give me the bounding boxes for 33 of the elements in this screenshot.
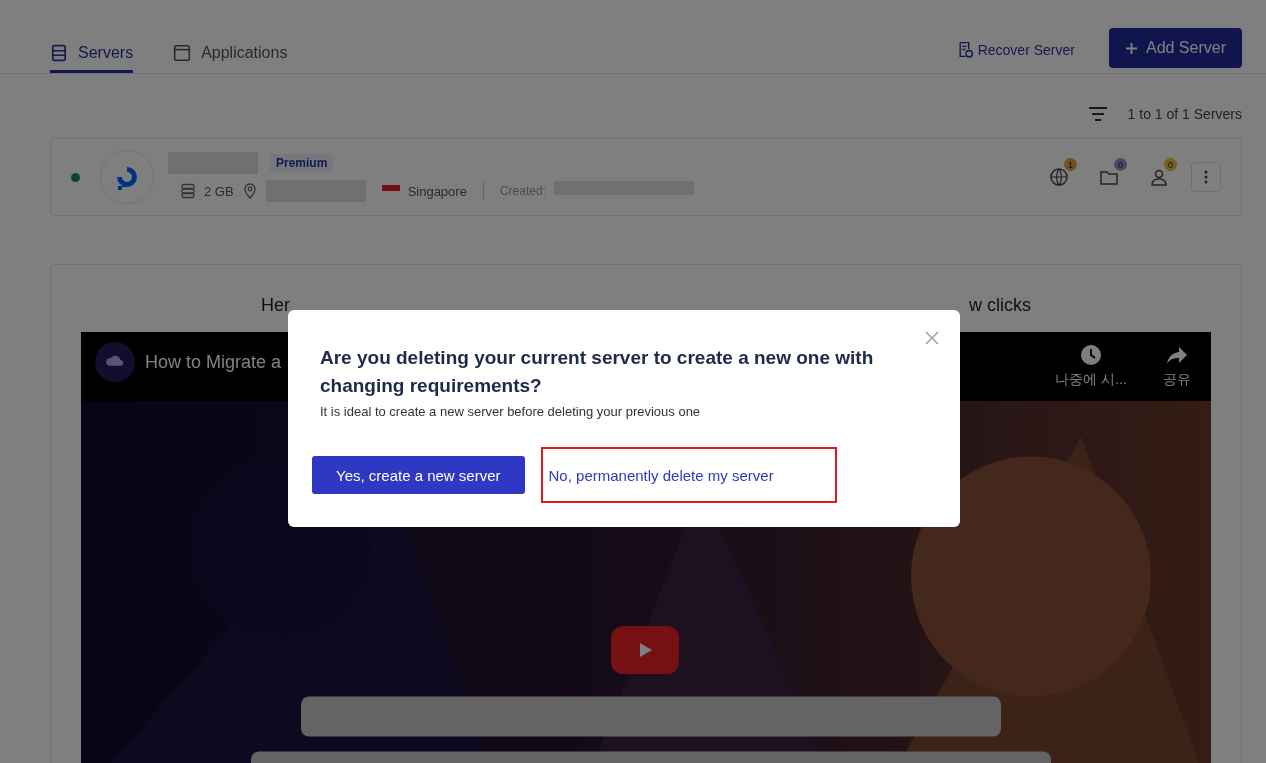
- recover-server-button[interactable]: Recover Server: [950, 40, 1081, 59]
- dialog-subtitle: It is ideal to create a new server before deleting your previous one: [320, 404, 702, 419]
- create-server-button[interactable]: Yes, create a new server: [312, 456, 525, 494]
- location-pin-icon: [241, 183, 258, 199]
- plus-icon: [1124, 41, 1138, 55]
- dialog-title: Are you deleting your current server to create a new one with changing requirements?: [320, 346, 875, 398]
- count-badge: 0: [1114, 158, 1127, 171]
- memory-size: 2 GB: [204, 183, 234, 199]
- delete-server-link[interactable]: No, permanently delete my server: [548, 466, 774, 484]
- server-stack-icon: [50, 44, 68, 62]
- video-action-button[interactable]: 나중에 시...: [1049, 342, 1133, 390]
- results-count: 1 to 1 of 1 Servers: [1127, 106, 1242, 122]
- clock-icon: [1079, 343, 1104, 367]
- channel-avatar[interactable]: [95, 342, 135, 382]
- video-title[interactable]: How to Migrate a: [145, 351, 282, 373]
- globe-icon[interactable]: [1049, 167, 1069, 187]
- plan-badge: Premium: [270, 154, 334, 172]
- tab[interactable]: Applications: [173, 44, 288, 73]
- add-server-button[interactable]: Add Server: [1108, 28, 1242, 68]
- panel-heading: w clicks: [969, 295, 1031, 316]
- ellipsis-icon: [1204, 170, 1208, 184]
- count-badge: 1: [1064, 158, 1077, 171]
- count-badge: 0: [1164, 158, 1177, 171]
- video-action-button[interactable]: 공유: [1157, 342, 1197, 390]
- user-icon[interactable]: [1149, 167, 1169, 187]
- document-refresh-icon: [956, 41, 974, 58]
- database-icon: [180, 183, 196, 199]
- location-name: Singapore: [407, 183, 467, 199]
- panel-heading: Her: [261, 295, 290, 316]
- filter-icon[interactable]: [1087, 106, 1108, 122]
- close-button[interactable]: [924, 330, 940, 346]
- play-button[interactable]: [611, 626, 679, 674]
- window-icon: [173, 44, 192, 62]
